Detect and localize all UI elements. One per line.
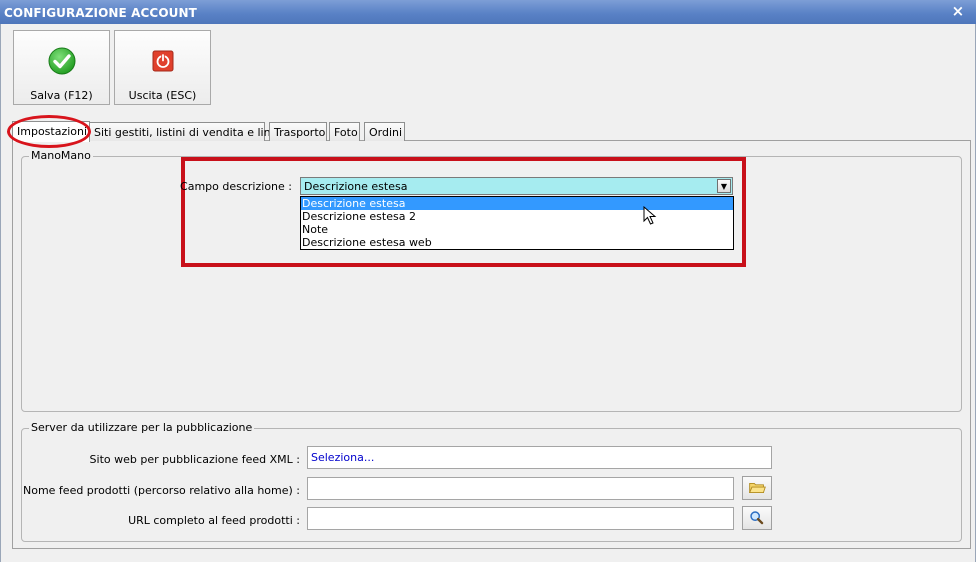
url-feed-label: URL completo al feed prodotti :: [128, 514, 300, 527]
tab-label: Foto: [334, 126, 358, 139]
power-icon: [152, 50, 174, 72]
title-bar: CONFIGURAZIONE ACCOUNT ×: [0, 0, 976, 24]
campo-descrizione-label: Campo descrizione :: [180, 180, 292, 193]
close-icon[interactable]: ×: [950, 2, 966, 20]
tab-foto[interactable]: Foto: [329, 122, 360, 141]
sito-web-label: Sito web per pubblicazione feed XML :: [89, 453, 300, 466]
exit-button[interactable]: Uscita (ESC): [114, 30, 211, 105]
chevron-down-icon[interactable]: ▼: [717, 179, 731, 193]
mouse-cursor-icon: [643, 206, 657, 225]
select-value: Descrizione estesa: [304, 180, 408, 193]
magnifier-icon: [750, 511, 764, 525]
check-icon: [48, 47, 76, 75]
group-title: Server da utilizzare per la pubblicazion…: [29, 421, 255, 434]
exit-button-label: Uscita (ESC): [128, 89, 197, 102]
tab-label: Ordini: [369, 126, 403, 139]
sito-web-select[interactable]: Seleziona...: [307, 446, 772, 469]
tab-trasporto[interactable]: Trasporto: [269, 122, 327, 141]
group-title: ManoMano: [29, 149, 93, 162]
search-button[interactable]: [742, 506, 772, 530]
dropdown-option[interactable]: Descrizione estesa: [301, 197, 733, 210]
window-title: CONFIGURAZIONE ACCOUNT: [4, 6, 197, 20]
dropdown-option[interactable]: Note: [301, 223, 733, 236]
dropdown-option[interactable]: Descrizione estesa web: [301, 236, 733, 249]
folder-icon: [748, 482, 766, 494]
tab-ordini[interactable]: Ordini: [364, 122, 405, 141]
save-button-label: Salva (F12): [30, 89, 93, 102]
save-button[interactable]: Salva (F12): [13, 30, 110, 105]
url-feed-input[interactable]: [307, 507, 734, 530]
campo-descrizione-select[interactable]: Descrizione estesa ▼: [300, 177, 733, 195]
nome-feed-label: Nome feed prodotti (percorso relativo al…: [22, 484, 300, 497]
highlight-ellipse: [7, 115, 91, 148]
tab-label: Siti gestiti, listini di vendita e lingu…: [94, 126, 292, 139]
sito-web-value: Seleziona...: [311, 451, 375, 464]
campo-descrizione-dropdown: Descrizione estesa Descrizione estesa 2 …: [300, 196, 734, 250]
tab-label: Trasporto: [274, 126, 326, 139]
nome-feed-input[interactable]: [307, 477, 734, 500]
tab-siti-gestiti[interactable]: Siti gestiti, listini di vendita e lingu…: [89, 122, 291, 141]
dropdown-option[interactable]: Descrizione estesa 2: [301, 210, 733, 223]
browse-folder-button[interactable]: [742, 476, 772, 500]
